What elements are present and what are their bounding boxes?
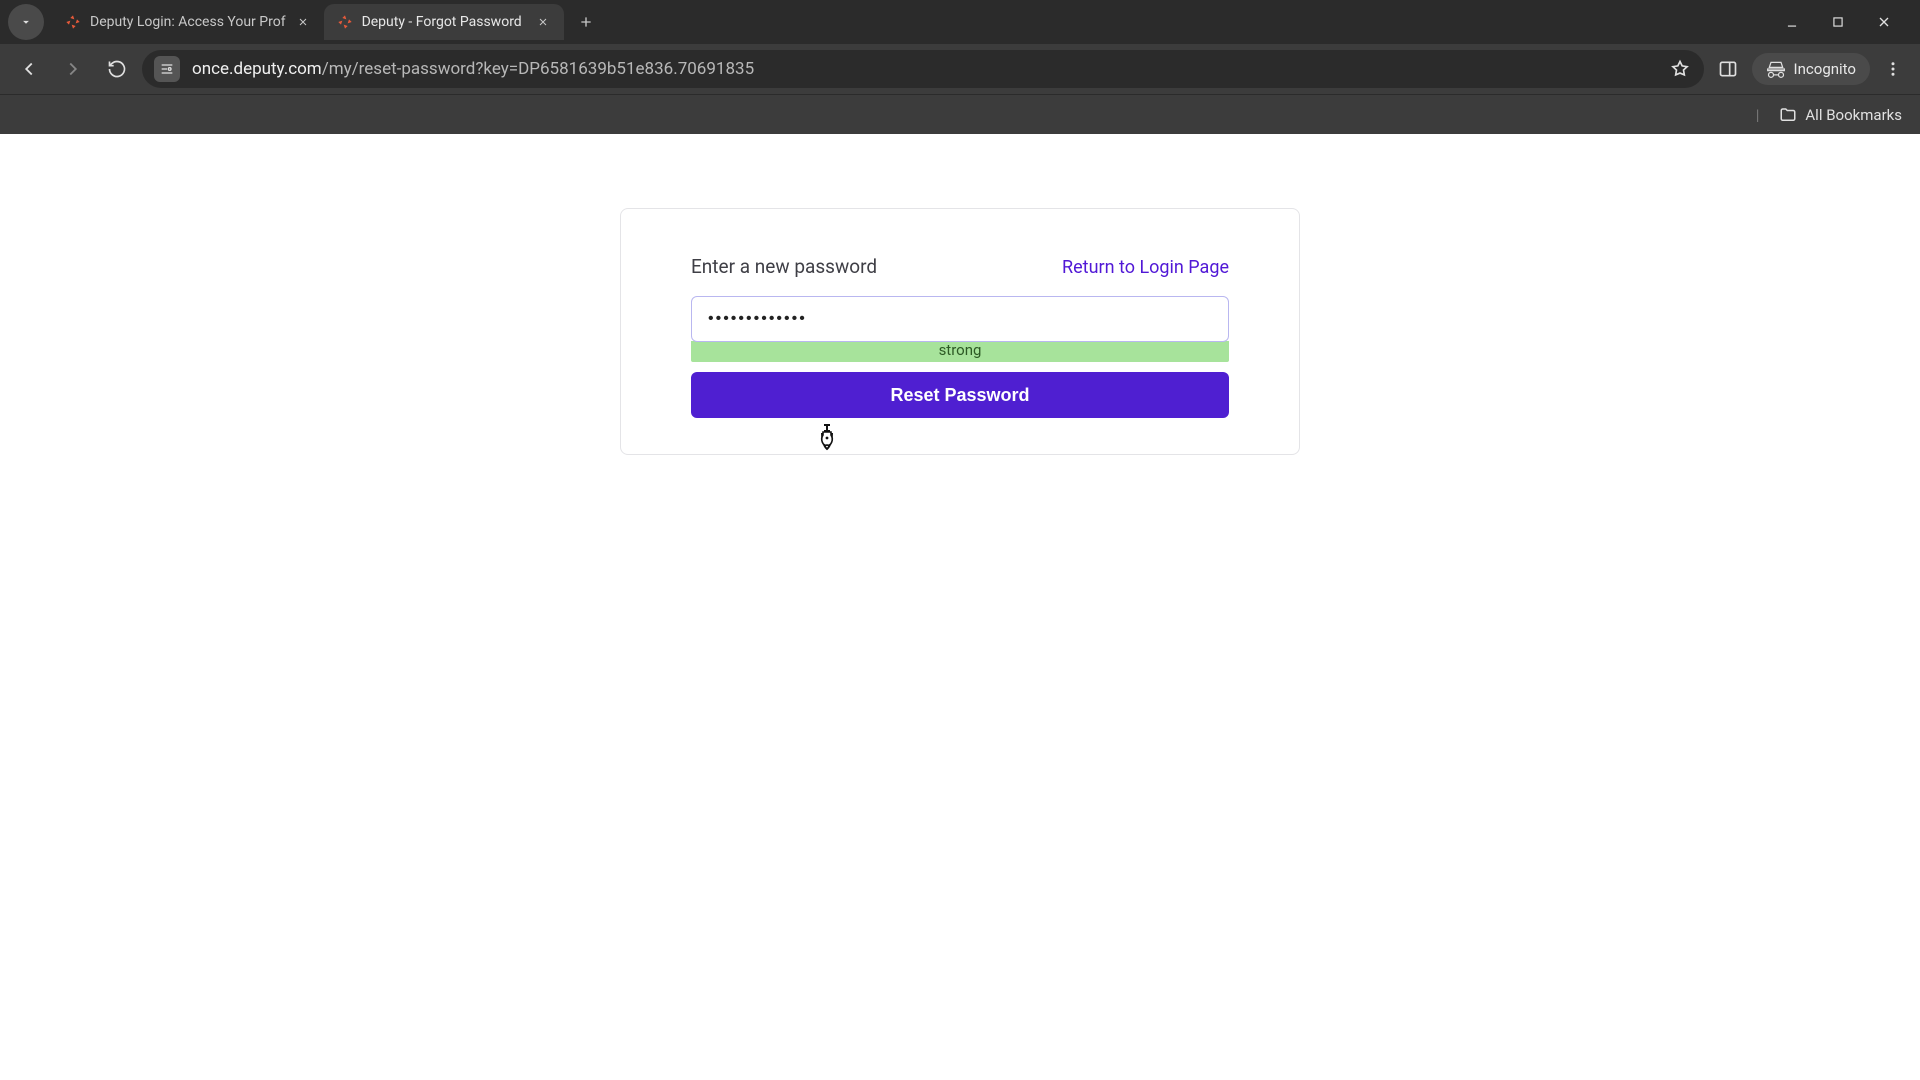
side-panel-icon[interactable]: [1710, 51, 1746, 87]
minimize-button[interactable]: [1778, 8, 1806, 36]
incognito-indicator[interactable]: Incognito: [1752, 53, 1870, 85]
tab-deputy-login[interactable]: Deputy Login: Access Your Prof: [52, 4, 324, 40]
bookmark-star-icon[interactable]: [1668, 57, 1692, 81]
bookmarks-bar: | All Bookmarks: [0, 94, 1920, 134]
tab-title: Deputy - Forgot Password: [362, 14, 526, 30]
back-button[interactable]: [10, 50, 48, 88]
new-password-input[interactable]: [691, 296, 1229, 342]
chrome-menu-button[interactable]: [1876, 52, 1910, 86]
address-bar[interactable]: once.deputy.com/my/reset-password?key=DP…: [142, 50, 1704, 88]
reload-button[interactable]: [98, 50, 136, 88]
deputy-favicon-icon: [64, 13, 82, 31]
close-window-button[interactable]: [1870, 8, 1898, 36]
maximize-button[interactable]: [1824, 8, 1852, 36]
return-to-login-link[interactable]: Return to Login Page: [1062, 257, 1229, 278]
url-text: once.deputy.com/my/reset-password?key=DP…: [192, 59, 1648, 79]
tab-title: Deputy Login: Access Your Prof: [90, 14, 286, 30]
tab-search-button[interactable]: [8, 4, 44, 40]
password-strength-bar: strong: [691, 341, 1229, 362]
deputy-favicon-icon: [336, 13, 354, 31]
reset-password-button[interactable]: Reset Password: [691, 372, 1229, 418]
tab-strip: Deputy Login: Access Your Prof Deputy - …: [0, 0, 1920, 44]
tab-deputy-forgot-password[interactable]: Deputy - Forgot Password: [324, 4, 564, 40]
forward-button[interactable]: [54, 50, 92, 88]
close-icon[interactable]: [294, 13, 312, 31]
window-controls: [1778, 8, 1912, 36]
separator: |: [1756, 106, 1760, 124]
all-bookmarks-button[interactable]: All Bookmarks: [1779, 106, 1902, 124]
all-bookmarks-label: All Bookmarks: [1805, 106, 1902, 124]
browser-chrome: Deputy Login: Access Your Prof Deputy - …: [0, 0, 1920, 134]
close-icon[interactable]: [534, 13, 552, 31]
reset-password-card: Enter a new password Return to Login Pag…: [620, 208, 1300, 455]
incognito-label: Incognito: [1794, 60, 1856, 78]
page-content: Enter a new password Return to Login Pag…: [0, 134, 1920, 1080]
site-info-icon[interactable]: [154, 56, 180, 82]
address-toolbar: once.deputy.com/my/reset-password?key=DP…: [0, 44, 1920, 94]
form-label: Enter a new password: [691, 255, 877, 278]
new-tab-button[interactable]: [570, 6, 602, 38]
